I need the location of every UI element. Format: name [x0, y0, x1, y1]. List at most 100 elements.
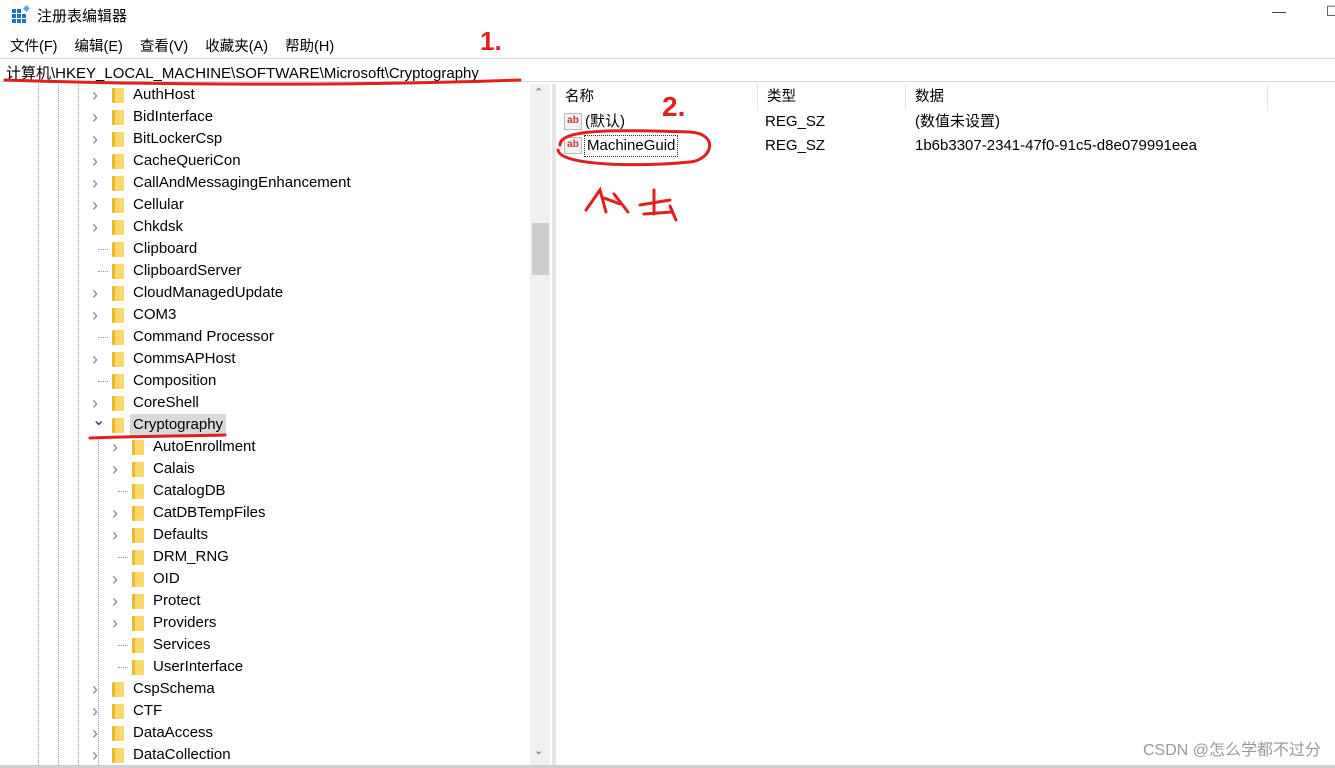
value-row[interactable]: ab (默认) REG_SZ (数值未设置) [556, 110, 1335, 134]
folder-icon [112, 704, 124, 719]
menu-file[interactable]: 文件(F) [0, 32, 65, 56]
folder-icon [112, 396, 124, 411]
chevron-right-icon[interactable]: › [112, 568, 124, 590]
column-header-data[interactable]: 数据 [906, 84, 1268, 110]
address-bar[interactable]: 计算机\HKEY_LOCAL_MACHINE\SOFTWARE\Microsof… [0, 58, 1335, 82]
tree-item[interactable]: › CacheQueriCon [0, 150, 530, 172]
tree-connector [118, 557, 128, 558]
tree-item-label: DataAccess [133, 724, 214, 741]
tree-item[interactable]: › Defaults [0, 524, 530, 546]
folder-icon [112, 682, 124, 697]
tree-item-label: COM3 [133, 306, 177, 323]
tree-item[interactable]: UserInterface [0, 656, 530, 678]
chevron-right-icon[interactable]: › [92, 216, 104, 238]
tree-item-label: Defaults [153, 526, 209, 543]
chevron-right-icon[interactable]: › [92, 84, 104, 106]
chevron-right-icon[interactable]: › [92, 282, 104, 304]
chevron-right-icon[interactable]: › [92, 150, 104, 172]
value-row[interactable]: ab MachineGuid REG_SZ 1b6b3307-2341-47f0… [556, 134, 1335, 158]
menu-edit[interactable]: 编辑(E) [65, 32, 130, 56]
folder-icon [112, 374, 124, 389]
tree-item[interactable]: › CoreShell [0, 392, 530, 414]
folder-icon [112, 726, 124, 741]
column-header-type[interactable]: 类型 [758, 84, 906, 110]
tree-item[interactable]: ⌄ Cryptography [0, 412, 530, 436]
chevron-right-icon[interactable]: › [112, 502, 124, 524]
tree-item[interactable]: Composition [0, 370, 530, 392]
scroll-up-icon[interactable]: ⌃ [534, 86, 543, 99]
column-header-name[interactable]: 名称 [556, 84, 758, 110]
folder-icon [132, 616, 144, 631]
chevron-right-icon[interactable]: › [112, 458, 124, 480]
folder-icon [132, 572, 144, 587]
chevron-right-icon[interactable]: › [92, 722, 104, 744]
tree-item[interactable]: › COM3 [0, 304, 530, 326]
chevron-right-icon[interactable]: › [92, 348, 104, 370]
tree-item[interactable]: › AutoEnrollment [0, 436, 530, 458]
folder-icon [112, 132, 124, 147]
folder-icon [112, 176, 124, 191]
chevron-right-icon[interactable]: › [92, 106, 104, 128]
tree-item[interactable]: › AuthHost [0, 84, 530, 106]
menu-help[interactable]: 帮助(H) [275, 32, 341, 56]
tree-item[interactable]: Clipboard [0, 238, 530, 260]
tree-item-label: CloudManagedUpdate [133, 284, 284, 301]
tree-item[interactable]: › CommsAPHost [0, 348, 530, 370]
scroll-down-icon[interactable]: ⌄ [534, 744, 543, 757]
tree-item[interactable]: › CspSchema [0, 678, 530, 700]
tree-item[interactable]: › BitLockerCsp [0, 128, 530, 150]
tree-item[interactable]: › Chkdsk [0, 216, 530, 238]
maximize-button[interactable]: ☐ [1326, 3, 1335, 20]
regedit-icon [12, 5, 30, 23]
tree-item[interactable]: DRM_RNG [0, 546, 530, 568]
chevron-right-icon[interactable]: › [92, 700, 104, 722]
tree-item[interactable]: › OID [0, 568, 530, 590]
annotation-step1: 1. [480, 26, 502, 56]
tree-item-label: Services [153, 636, 211, 653]
folder-icon [112, 748, 124, 763]
tree-item-label: Protect [153, 592, 201, 609]
folder-icon [112, 154, 124, 169]
chevron-right-icon[interactable]: › [112, 612, 124, 634]
folder-icon [112, 308, 124, 323]
folder-icon [132, 506, 144, 521]
chevron-right-icon[interactable]: › [112, 590, 124, 612]
tree-item[interactable]: › CallAndMessagingEnhancement [0, 172, 530, 194]
chevron-right-icon[interactable]: › [92, 194, 104, 216]
tree-item[interactable]: › Cellular [0, 194, 530, 216]
folder-icon [132, 440, 144, 455]
scrollbar-thumb[interactable] [532, 223, 549, 275]
folder-icon [132, 660, 144, 675]
tree-item-label: CspSchema [133, 680, 215, 697]
tree-item[interactable]: CatalogDB [0, 480, 530, 502]
tree-item[interactable]: ClipboardServer [0, 260, 530, 282]
tree-item[interactable]: Command Processor [0, 326, 530, 348]
tree-item[interactable]: Services [0, 634, 530, 656]
menu-view[interactable]: 查看(V) [130, 32, 195, 56]
tree-item[interactable]: › DataCollection [0, 744, 530, 765]
chevron-right-icon[interactable]: › [112, 524, 124, 546]
tree-item[interactable]: › CTF [0, 700, 530, 722]
chevron-down-icon[interactable]: ⌄ [92, 410, 105, 432]
menu-favorites[interactable]: 收藏夹(A) [195, 32, 275, 56]
tree-item[interactable]: › Protect [0, 590, 530, 612]
chevron-right-icon[interactable]: › [112, 436, 124, 458]
tree-item[interactable]: › BidInterface [0, 106, 530, 128]
chevron-right-icon[interactable]: › [92, 678, 104, 700]
tree-item-label: AuthHost [133, 86, 195, 103]
chevron-right-icon[interactable]: › [92, 172, 104, 194]
chevron-right-icon[interactable]: › [92, 744, 104, 765]
value-data: (数值未设置) [915, 113, 1000, 130]
tree-item[interactable]: › CatDBTempFiles [0, 502, 530, 524]
tree-item-label: DRM_RNG [153, 548, 229, 565]
tree-item[interactable]: › DataAccess [0, 722, 530, 744]
chevron-right-icon[interactable]: › [92, 128, 104, 150]
tree-item-label: BidInterface [133, 108, 214, 125]
tree-item[interactable]: › Calais [0, 458, 530, 480]
chevron-right-icon[interactable]: › [92, 304, 104, 326]
tree-item-label: DataCollection [133, 746, 231, 763]
tree-item[interactable]: › Providers [0, 612, 530, 634]
minimize-button[interactable]: — [1272, 3, 1286, 19]
tree-scrollbar[interactable]: ⌃ ⌄ [530, 84, 550, 765]
tree-item[interactable]: › CloudManagedUpdate [0, 282, 530, 304]
